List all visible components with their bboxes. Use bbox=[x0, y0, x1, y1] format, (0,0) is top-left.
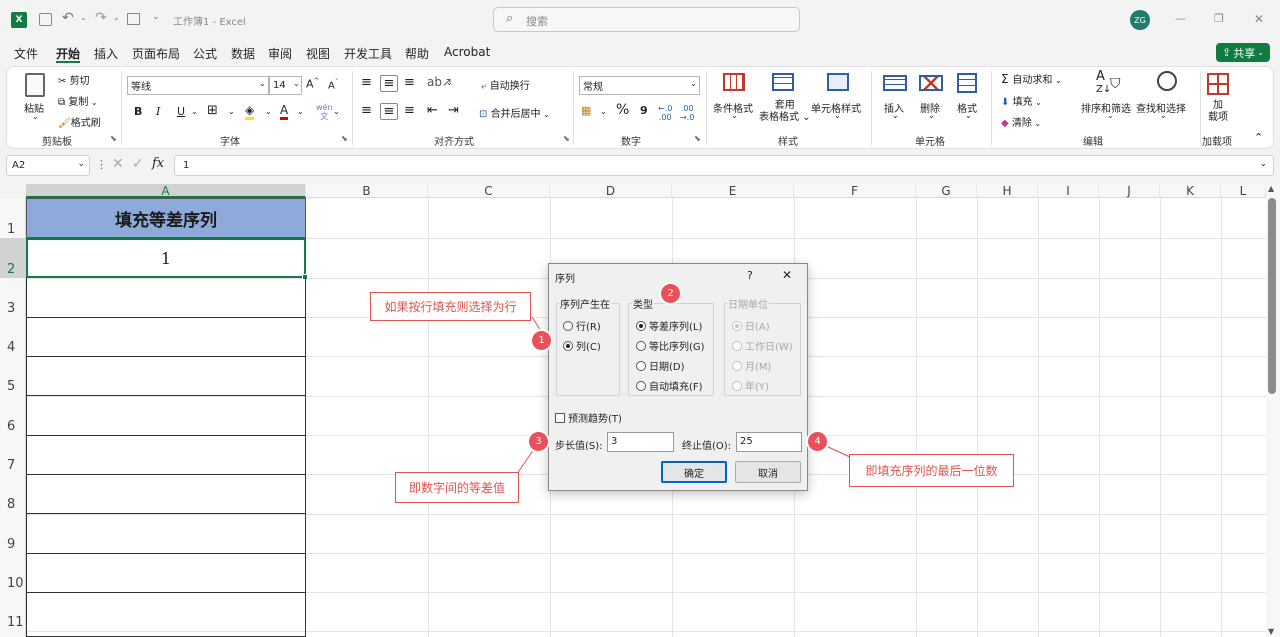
annotation-lines bbox=[516, 316, 851, 475]
leader-line-3 bbox=[516, 448, 535, 475]
callout-stop-value: 即填充序列的最后一位数 bbox=[849, 454, 1014, 487]
leader-line-4 bbox=[825, 445, 851, 458]
step-badge-2: 2 bbox=[661, 284, 680, 303]
step-badge-4: 4 bbox=[808, 432, 827, 451]
leader-line-1 bbox=[531, 316, 542, 332]
callout-row-fill: 如果按行填充则选择为行 bbox=[370, 292, 531, 321]
callout-step-value: 即数字间的等差值 bbox=[395, 472, 519, 503]
step-badge-1: 1 bbox=[532, 331, 551, 350]
step-badge-3: 3 bbox=[529, 432, 548, 451]
